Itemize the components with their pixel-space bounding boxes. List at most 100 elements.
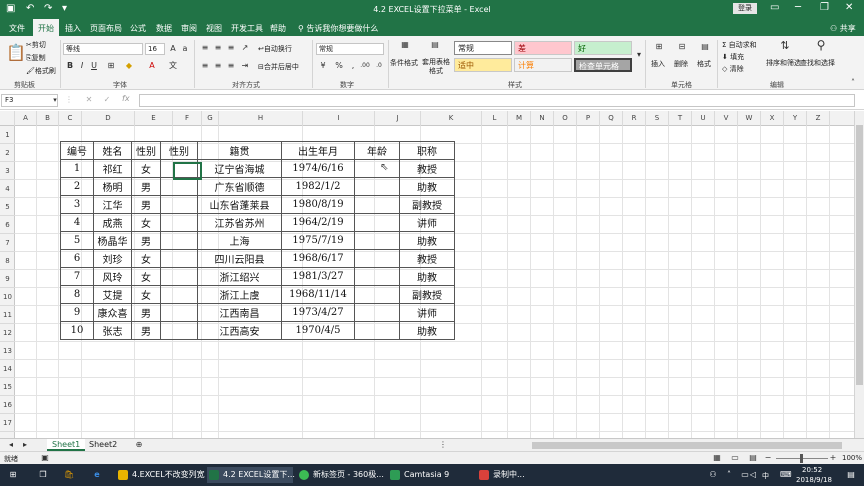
tab-view[interactable]: 视图 xyxy=(206,23,222,34)
row-header[interactable]: 1 xyxy=(0,126,15,144)
table-cell[interactable]: 祁红 xyxy=(93,159,132,178)
style-check-cell[interactable]: 检查单元格 xyxy=(574,58,632,72)
row-header[interactable]: 14 xyxy=(0,360,15,378)
delete-cells-icon[interactable]: ⊟ xyxy=(675,42,689,56)
table-cell[interactable] xyxy=(160,249,198,268)
formula-input[interactable] xyxy=(139,94,855,107)
tray-chevron-icon[interactable]: ˄ xyxy=(724,470,734,480)
task-view-icon[interactable]: ❒ xyxy=(38,470,48,480)
table-cell[interactable]: 3 xyxy=(60,195,94,214)
maximize-icon[interactable]: ❐ xyxy=(820,2,829,13)
column-header[interactable]: E xyxy=(135,111,173,126)
tell-me-search[interactable]: ⚲ 告诉我你想要做什么 xyxy=(298,23,378,34)
worksheet-grid[interactable]: ABCDEFGHIJKLMNOPQRSTUVWXYZ 1 2 3 4 5 6 7 8 9 10 11… xyxy=(0,111,854,438)
store-icon[interactable]: 🛍 xyxy=(64,470,74,480)
decrease-decimal-icon[interactable]: .0 xyxy=(374,61,384,71)
clear-button[interactable]: ◇ 清除 xyxy=(722,64,744,74)
ribbon-display-icon[interactable]: ▭ xyxy=(770,2,779,13)
tab-home[interactable]: 开始 xyxy=(33,19,59,36)
number-format-combo[interactable]: 常规 xyxy=(316,43,384,55)
table-cell[interactable]: 2 xyxy=(60,177,94,196)
table-cell[interactable]: 9 xyxy=(60,303,94,322)
format-cells-icon[interactable]: ▤ xyxy=(698,42,712,56)
cancel-icon[interactable]: ✕ xyxy=(84,95,94,105)
table-cell[interactable]: 成燕 xyxy=(93,213,132,232)
column-header[interactable]: M xyxy=(508,111,531,126)
font-name-combo[interactable]: 等线 xyxy=(63,43,143,55)
tab-data[interactable]: 数据 xyxy=(156,23,172,34)
table-cell[interactable]: 女 xyxy=(131,285,161,304)
table-header-cell[interactable]: 性别 xyxy=(131,141,161,160)
table-cell[interactable]: 风玲 xyxy=(93,267,132,286)
tray-people-icon[interactable]: ⚇ xyxy=(708,470,718,480)
table-cell[interactable]: 助教 xyxy=(399,231,455,250)
column-header[interactable]: U xyxy=(692,111,715,126)
sort-filter-icon[interactable]: ⇅ xyxy=(778,40,792,55)
vertical-scrollbar[interactable] xyxy=(854,111,864,438)
page-break-view-icon[interactable]: ▤ xyxy=(748,453,758,463)
row-header[interactable]: 11 xyxy=(0,306,15,324)
style-normal[interactable]: 常规 xyxy=(454,41,512,55)
select-all-corner[interactable] xyxy=(0,111,15,126)
table-cell[interactable]: 浙江上虞 xyxy=(197,285,282,304)
column-header[interactable]: V xyxy=(715,111,738,126)
phonetic-icon[interactable]: 文 xyxy=(168,61,178,71)
add-sheet-icon[interactable]: ⊕ xyxy=(134,440,144,450)
table-cell[interactable]: 杨明 xyxy=(93,177,132,196)
table-cell[interactable]: 浙江绍兴 xyxy=(197,267,282,286)
taskbar-item-excel[interactable]: 4.2 EXCEL设置下... xyxy=(207,467,295,483)
table-cell[interactable]: 助教 xyxy=(399,177,455,196)
scroll-right-icon[interactable]: ▸ xyxy=(20,440,30,450)
column-header[interactable]: X xyxy=(761,111,784,126)
row-header[interactable]: 9 xyxy=(0,270,15,288)
table-cell[interactable]: 山东省蓬莱县 xyxy=(197,195,282,214)
table-cell[interactable]: 男 xyxy=(131,195,161,214)
column-header[interactable]: S xyxy=(646,111,669,126)
align-center-icon[interactable]: ≡ xyxy=(213,61,223,71)
row-header[interactable]: 4 xyxy=(0,180,15,198)
table-cell[interactable]: 4 xyxy=(60,213,94,232)
column-header[interactable]: K xyxy=(421,111,482,126)
tab-page-layout[interactable]: 页面布局 xyxy=(90,23,122,34)
table-cell[interactable]: 广东省顺德 xyxy=(197,177,282,196)
tab-formulas[interactable]: 公式 xyxy=(130,23,146,34)
tab-insert[interactable]: 插入 xyxy=(65,23,81,34)
table-cell[interactable]: 1982/1/2 xyxy=(281,177,355,196)
column-header[interactable]: T xyxy=(669,111,692,126)
sheet-tab-2[interactable]: Sheet2 xyxy=(84,439,122,451)
row-header[interactable]: 16 xyxy=(0,396,15,414)
table-cell[interactable]: 杨晶华 xyxy=(93,231,132,250)
table-cell[interactable]: 教授 xyxy=(399,249,455,268)
row-header[interactable]: 2 xyxy=(0,144,15,162)
column-header[interactable]: N xyxy=(531,111,554,126)
table-cell[interactable]: 1968/11/14 xyxy=(281,285,355,304)
table-cell[interactable]: 江西高安 xyxy=(197,321,282,340)
bold-icon[interactable]: B xyxy=(65,61,75,71)
column-header[interactable]: Y xyxy=(784,111,807,126)
comma-icon[interactable]: , xyxy=(348,61,358,71)
table-cell[interactable]: 张志 xyxy=(93,321,132,340)
align-middle-icon[interactable]: ≡ xyxy=(213,43,223,53)
autosum-button[interactable]: Σ 自动求和 xyxy=(722,40,757,50)
table-cell[interactable]: 教授 xyxy=(399,159,455,178)
copy-button[interactable]: ⎘复制 xyxy=(26,53,46,63)
table-cell[interactable]: 1968/6/17 xyxy=(281,249,355,268)
clock-date[interactable]: 2018/9/18 xyxy=(796,476,832,484)
table-cell[interactable] xyxy=(354,231,400,250)
format-as-table-button[interactable]: 套用表格格式 xyxy=(421,58,451,76)
table-header-cell[interactable]: 籍贯 xyxy=(197,141,282,160)
table-cell[interactable] xyxy=(354,303,400,322)
table-cell[interactable] xyxy=(160,267,198,286)
table-header-cell[interactable]: 姓名 xyxy=(93,141,132,160)
table-cell[interactable]: 副教授 xyxy=(399,285,455,304)
table-cell[interactable]: 7 xyxy=(60,267,94,286)
table-cell[interactable] xyxy=(354,177,400,196)
styles-more-icon[interactable]: ▾ xyxy=(634,50,644,60)
row-header[interactable]: 15 xyxy=(0,378,15,396)
row-header[interactable]: 13 xyxy=(0,342,15,360)
table-cell[interactable]: 上海 xyxy=(197,231,282,250)
collapse-ribbon-icon[interactable]: ˄ xyxy=(848,78,858,88)
insert-cells-button[interactable]: 插入 xyxy=(651,59,665,69)
share-button[interactable]: ⚇ 共享 xyxy=(830,23,856,34)
grow-font-icon[interactable]: A xyxy=(168,44,178,54)
